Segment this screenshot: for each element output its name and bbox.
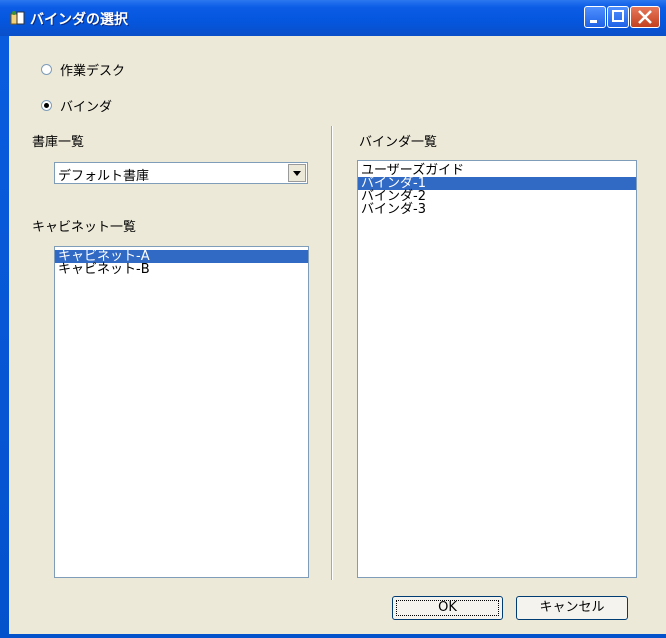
window-title: バインダの選択 [30, 12, 128, 28]
library-dropdown-value: デフォルト書庫 [58, 169, 150, 184]
vertical-divider [331, 126, 333, 580]
binder-list-label: バインダ一覧 [359, 135, 438, 150]
list-item[interactable]: キャビネット-B [55, 263, 308, 276]
maximize-icon [612, 10, 624, 22]
library-list-label: 書庫一覧 [32, 135, 85, 150]
title-bar[interactable]: バインダの選択 [0, 0, 666, 36]
focus-rectangle [396, 600, 499, 616]
close-icon [638, 10, 652, 24]
radio-unchecked-icon [41, 64, 52, 75]
binder-app-icon [10, 11, 25, 25]
list-item[interactable]: バインダ-3 [358, 203, 636, 216]
library-dropdown[interactable]: デフォルト書庫 [54, 162, 308, 184]
cabinet-listbox[interactable]: キャビネット-A キャビネット-B [54, 246, 309, 578]
dialog-window: バインダの選択 作業デスク バインダ 書庫一覧 デフォルト書庫 キャビネット一覧 [0, 0, 666, 638]
radio-checked-icon [41, 100, 52, 111]
radio-binder[interactable]: バインダ [41, 96, 112, 115]
chevron-down-icon[interactable] [288, 164, 306, 182]
radio-work-desk[interactable]: 作業デスク [41, 60, 125, 79]
cancel-button[interactable]: キャンセル [516, 596, 628, 620]
close-button[interactable] [630, 6, 660, 28]
cabinet-list-label: キャビネット一覧 [32, 220, 137, 235]
dialog-body: 作業デスク バインダ 書庫一覧 デフォルト書庫 キャビネット一覧 キャビネット-… [9, 36, 666, 634]
maximize-button[interactable] [607, 6, 629, 28]
cancel-button-label: キャンセル [539, 600, 605, 615]
ok-button[interactable]: OK [392, 596, 503, 620]
minimize-button[interactable] [584, 6, 606, 28]
minimize-icon [590, 20, 597, 23]
binder-listbox[interactable]: ユーザーズガイド バインダ-1 バインダ-2 バインダ-3 [357, 160, 637, 578]
radio-label-binder: バインダ [60, 100, 113, 115]
radio-label-work-desk: 作業デスク [60, 64, 126, 79]
